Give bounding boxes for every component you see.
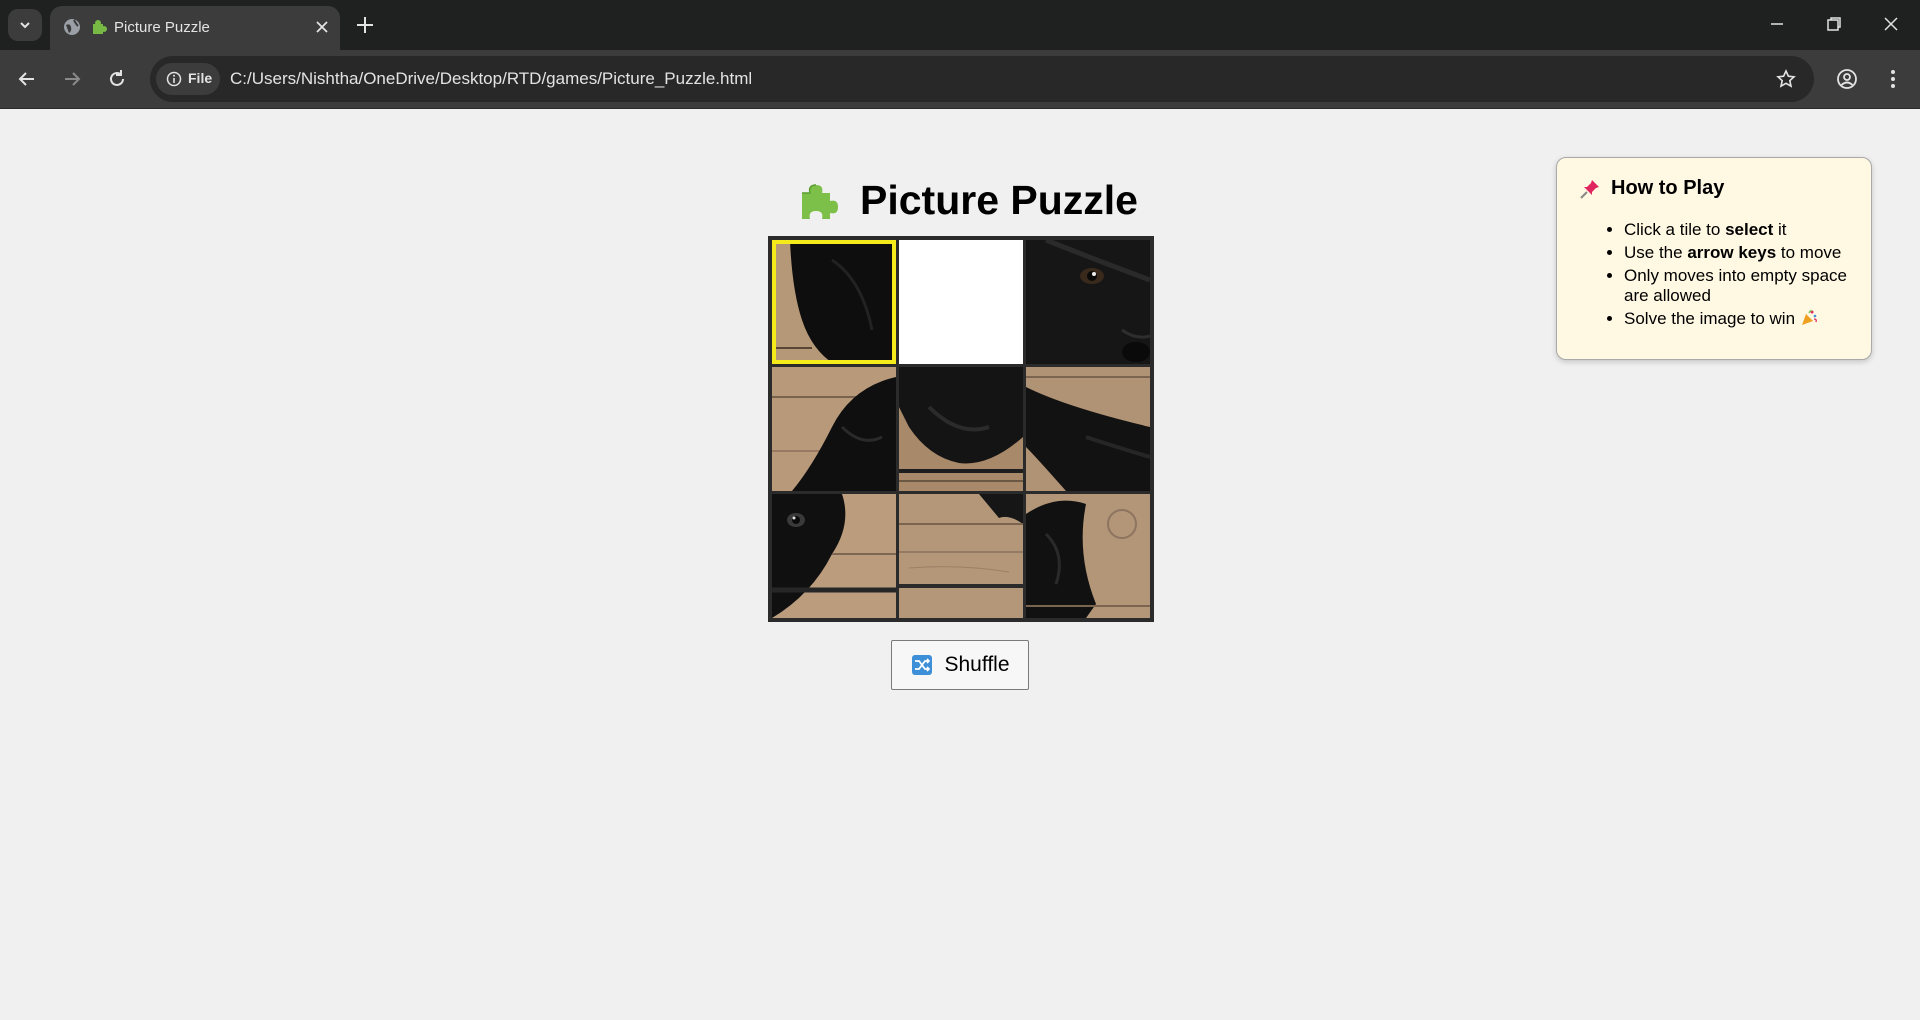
file-label: File (188, 70, 213, 86)
info-icon (166, 71, 182, 87)
profile-icon[interactable] (1836, 68, 1858, 90)
close-icon[interactable] (314, 19, 330, 35)
how-to-play-title: How to Play (1611, 177, 1725, 199)
list-item: Click a tile to select it (1624, 220, 1864, 240)
page-title: Picture Puzzle (860, 176, 1138, 223)
back-icon[interactable] (16, 68, 38, 90)
shuffle-label: Shuffle (944, 653, 1010, 676)
more-menu-icon[interactable] (1882, 68, 1904, 90)
shuffle-icon (911, 655, 932, 675)
address-bar[interactable]: File C:/Users/Nishtha/OneDrive/Desktop/R… (150, 56, 1814, 102)
list-item: Solve the image to win (1624, 309, 1864, 329)
tab-title: Picture Puzzle (114, 19, 210, 36)
url-text[interactable]: C:/Users/Nishtha/OneDrive/Desktop/RTD/ga… (230, 69, 752, 89)
navigation-bar: File C:/Users/Nishtha/OneDrive/Desktop/R… (0, 50, 1920, 109)
restore-icon[interactable] (1826, 16, 1842, 32)
puzzle-tile[interactable] (772, 494, 896, 618)
site-info-chip[interactable]: File (156, 63, 220, 95)
list-item: Use the arrow keys to move (1624, 243, 1864, 263)
puzzle-tile[interactable] (899, 367, 1023, 491)
puzzle-tile[interactable] (1026, 494, 1150, 618)
tab-search-button[interactable] (8, 9, 42, 41)
chevron-down-icon (20, 22, 30, 29)
party-popper-icon (1801, 310, 1817, 325)
empty-tile (899, 240, 1023, 364)
bookmark-star-icon[interactable] (1776, 69, 1796, 89)
forward-icon[interactable] (61, 68, 83, 90)
puzzle-piece-icon (802, 184, 838, 219)
puzzle-tile[interactable] (1026, 240, 1150, 364)
window-close-icon[interactable] (1883, 16, 1899, 32)
new-tab-icon[interactable] (354, 14, 376, 36)
puzzle-tile[interactable] (899, 494, 1023, 618)
list-item: Only moves into empty space are allowed (1624, 266, 1864, 306)
shuffle-button[interactable]: Shuffle (891, 640, 1029, 690)
puzzle-piece-icon (93, 20, 107, 34)
minimize-icon[interactable] (1769, 16, 1785, 32)
rules-list: Click a tile to select it Use the arrow … (1604, 220, 1864, 332)
how-to-play-panel: How to Play Click a tile to select it Us… (1556, 157, 1872, 360)
browser-tab[interactable]: Picture Puzzle (50, 6, 340, 50)
puzzle-tile[interactable] (1026, 367, 1150, 491)
reload-icon[interactable] (106, 68, 128, 90)
puzzle-tile[interactable] (772, 240, 896, 364)
globe-icon (64, 19, 80, 35)
pushpin-icon (1580, 179, 1599, 199)
tab-strip: Picture Puzzle (0, 0, 1920, 50)
how-to-play-header: How to Play (1579, 177, 1724, 200)
puzzle-board (768, 236, 1154, 622)
page-heading: Picture Puzzle (796, 170, 1138, 230)
puzzle-tile[interactable] (772, 367, 896, 491)
